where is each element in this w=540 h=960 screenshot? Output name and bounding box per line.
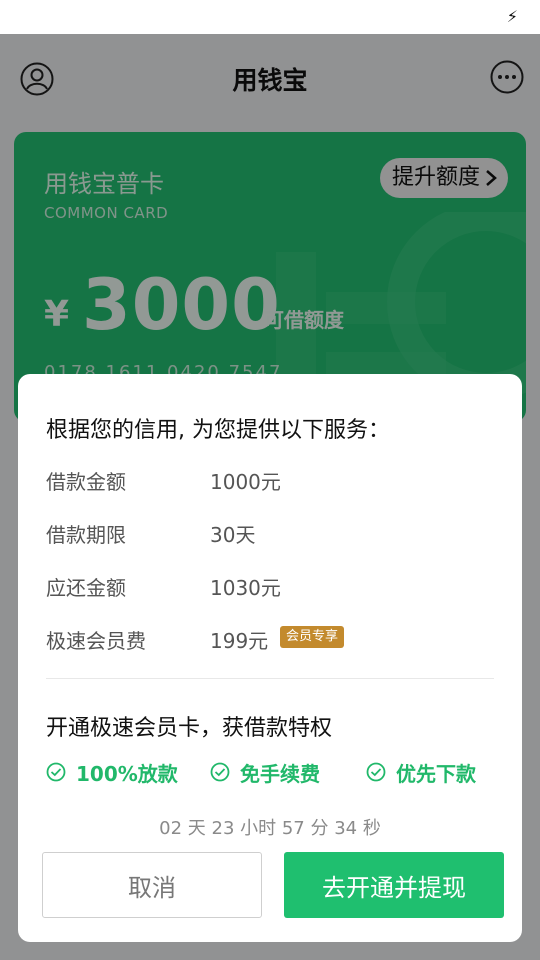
membership-dialog: 根据您的信用, 为您提供以下服务： 借款金额 1000元 借款期限 30天 应还…: [18, 374, 522, 942]
info-row-loan-term: 借款期限 30天: [46, 519, 486, 547]
perk-label: 优先下款: [396, 762, 476, 786]
lightning-icon: ⚡: [506, 7, 518, 26]
divider: [46, 678, 494, 679]
info-value: 1000元: [210, 470, 281, 494]
status-bar: ⚡: [0, 0, 540, 34]
check-circle-icon: [46, 762, 66, 782]
member-exclusive-badge: 会员专享: [280, 626, 345, 648]
activate-and-withdraw-button[interactable]: 去开通并提现: [284, 852, 504, 918]
dialog-heading: 根据您的信用, 为您提供以下服务：: [46, 418, 390, 443]
info-label: 借款金额: [46, 470, 126, 494]
info-value: 1030元: [210, 576, 281, 600]
info-label: 极速会员费: [46, 629, 146, 653]
info-value: 199元: [210, 629, 269, 653]
cancel-button[interactable]: 取消: [42, 852, 262, 918]
perk-label: 100%放款: [76, 762, 178, 786]
info-row-repay-amount: 应还金额 1030元: [46, 572, 486, 600]
info-label: 应还金额: [46, 576, 126, 600]
promo-title: 开通极速会员卡，获借款特权: [46, 716, 333, 741]
countdown-timer: 02 天 23 小时 57 分 34 秒: [159, 818, 381, 839]
check-circle-icon: [366, 762, 386, 782]
info-value: 30天: [210, 523, 256, 547]
info-label: 借款期限: [46, 523, 126, 547]
info-row-loan-amount: 借款金额 1000元: [46, 466, 486, 494]
check-circle-icon: [210, 762, 230, 782]
info-row-member-fee: 极速会员费 199元 会员专享: [46, 625, 486, 653]
perk-label: 免手续费: [240, 762, 320, 786]
